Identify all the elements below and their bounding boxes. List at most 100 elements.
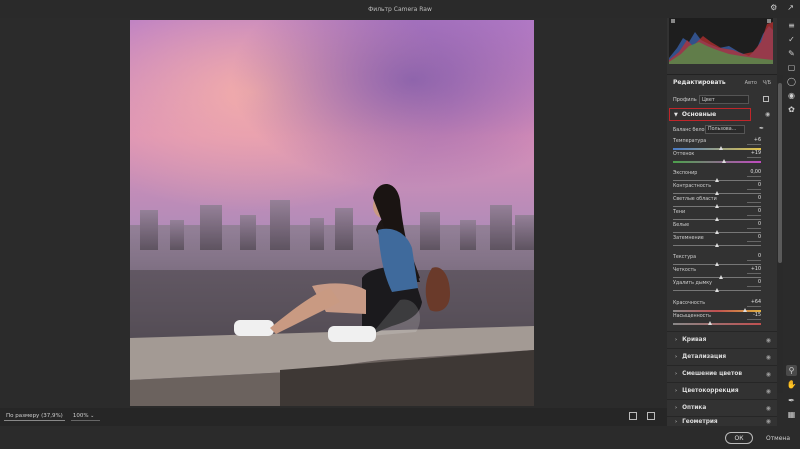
slider-row: Контрастность 0 <box>673 183 765 196</box>
slider-value-input[interactable]: 0 <box>747 254 761 261</box>
slider-thumb[interactable] <box>707 321 712 325</box>
eyedropper-icon[interactable]: ✒ <box>759 125 764 132</box>
mask-icon[interactable]: ▢ <box>786 62 797 73</box>
zoom-mode-select[interactable]: По размеру (37,9%) <box>4 413 65 421</box>
slider-value-input[interactable]: 0 <box>747 280 761 287</box>
section-title: Детализация <box>682 354 727 360</box>
slider-value-input[interactable]: 0 <box>747 196 761 203</box>
healing-icon[interactable]: ✓ <box>786 34 797 45</box>
slider-thumb[interactable] <box>718 146 723 150</box>
eye-icon[interactable]: ◉ <box>766 418 771 425</box>
slider-row: Оттенок +19 <box>673 151 765 164</box>
slider-track[interactable] <box>673 148 761 150</box>
profile-row: Профиль Цвет <box>667 94 777 106</box>
profile-browser-icon[interactable] <box>763 96 769 102</box>
eye-icon[interactable]: ◉ <box>765 111 770 118</box>
section-header[interactable]: › Смешение цветов ◉ <box>667 365 777 382</box>
chevron-right-icon: › <box>675 388 678 394</box>
color-sampler-icon[interactable]: ✒ <box>786 395 797 406</box>
eye-icon[interactable]: ◉ <box>766 337 771 344</box>
wb-select[interactable]: Пользова... <box>705 125 745 134</box>
chevron-right-icon: › <box>675 354 678 360</box>
expand-icon[interactable]: ↗ <box>787 3 794 12</box>
slider-thumb[interactable] <box>715 243 719 247</box>
slider-value-input[interactable]: +10 <box>747 267 761 274</box>
slider-value-input[interactable]: 0 <box>747 222 761 229</box>
grid-icon[interactable]: ▦ <box>786 409 797 420</box>
section-header[interactable]: › Кривая ◉ <box>667 331 777 348</box>
slider-value-input[interactable]: 0 <box>747 209 761 216</box>
compare-view-icon[interactable] <box>629 412 637 420</box>
profile-select[interactable]: Цвет <box>699 95 749 104</box>
eye-icon[interactable]: ◉ <box>766 371 771 378</box>
brush-icon[interactable]: ✎ <box>786 48 797 59</box>
chevron-right-icon: › <box>675 337 678 343</box>
chevron-right-icon: › <box>675 371 678 377</box>
slider-label: Контрастность <box>673 184 712 189</box>
slider-label: Белые <box>673 223 690 228</box>
section-header[interactable]: › Оптика ◉ <box>667 399 777 416</box>
section-header[interactable]: › Детализация ◉ <box>667 348 777 365</box>
presets-icon[interactable]: ✿ <box>786 104 797 115</box>
section-title: Кривая <box>682 337 707 343</box>
slider-thumb[interactable] <box>715 178 719 182</box>
slider-value-input[interactable]: 0 <box>747 183 761 190</box>
cancel-button[interactable]: Отмена <box>762 432 794 444</box>
section-header[interactable]: › Геометрия ◉ <box>667 416 777 426</box>
slider-thumb[interactable] <box>715 262 719 266</box>
slider-thumb[interactable] <box>715 288 719 292</box>
slider-row: Текстура 0 <box>673 254 765 267</box>
sliders-icon[interactable]: ≡ <box>786 20 797 31</box>
slider-thumb[interactable] <box>715 217 719 221</box>
canvas-bottom-bar: По размеру (37,9%) 100% <box>0 408 667 426</box>
slider-label: Экспонир <box>673 171 698 176</box>
section-basic-header[interactable]: ▼ Основные <box>669 108 751 121</box>
gear-icon[interactable]: ⚙ <box>770 3 777 12</box>
redeye-icon[interactable]: ◉ <box>786 90 797 101</box>
hand-icon[interactable]: ✋ <box>786 379 797 390</box>
slider-thumb[interactable] <box>715 204 719 208</box>
slider-track[interactable] <box>673 310 761 312</box>
slider-track[interactable] <box>673 161 761 163</box>
auto-button[interactable]: Авто <box>745 80 757 86</box>
before-after-icon[interactable] <box>647 412 655 420</box>
slider-value-input[interactable]: 0 <box>747 235 761 242</box>
edit-header: Редактировать Авто Ч/Б <box>667 74 777 90</box>
bw-button[interactable]: Ч/Б <box>762 80 771 86</box>
tool-strip: ≡ ✓ ✎ ▢ ◯ ◉ ✿ ⚲ ✋ ✒ ▦ <box>783 18 800 426</box>
slider-row: Затемнение 0 <box>673 235 765 248</box>
eye-icon[interactable]: ◉ <box>766 388 771 395</box>
slider-value-input[interactable]: +6 <box>747 138 761 145</box>
ok-button[interactable]: ОК <box>725 432 753 444</box>
slider-thumb[interactable] <box>715 191 719 195</box>
slider-value-input[interactable]: 0,00 <box>747 170 761 177</box>
zoom-percent-select[interactable]: 100% <box>70 413 101 421</box>
dialog-footer <box>0 426 800 449</box>
chevron-down-icon: ▼ <box>674 111 678 118</box>
slider-value-input[interactable]: +64 <box>747 300 761 307</box>
chevron-right-icon: › <box>675 418 678 425</box>
title-bar: Фильтр Camera Raw ⚙ ↗ <box>0 0 800 18</box>
camera-raw-window: Фильтр Camera Raw ⚙ ↗ По размеру (37,9%)… <box>0 0 800 449</box>
slider-thumb[interactable] <box>719 275 724 279</box>
slider-thumb[interactable] <box>743 308 748 312</box>
slider-value-input[interactable]: -15 <box>747 313 761 320</box>
slider-track[interactable] <box>673 277 761 278</box>
histogram <box>669 18 773 64</box>
slider-value-input[interactable]: +19 <box>747 151 761 158</box>
zoom-icon[interactable]: ⚲ <box>786 365 797 376</box>
scrollbar-thumb[interactable] <box>778 83 782 263</box>
slider-label: Четкость <box>673 268 697 273</box>
slider-track[interactable] <box>673 323 761 325</box>
preview-canvas[interactable] <box>0 18 667 408</box>
slider-thumb[interactable] <box>715 230 719 234</box>
slider-thumb[interactable] <box>722 159 727 163</box>
eye-icon[interactable]: ◉ <box>766 354 771 361</box>
radial-icon[interactable]: ◯ <box>786 76 797 87</box>
section-header[interactable]: › Цветокоррекция ◉ <box>667 382 777 399</box>
slider-label: Текстура <box>673 255 697 260</box>
section-title: Цветокоррекция <box>682 388 739 394</box>
slider-label: Температура <box>673 139 707 144</box>
eye-icon[interactable]: ◉ <box>766 405 771 412</box>
slider-label: Светлые области <box>673 197 717 202</box>
